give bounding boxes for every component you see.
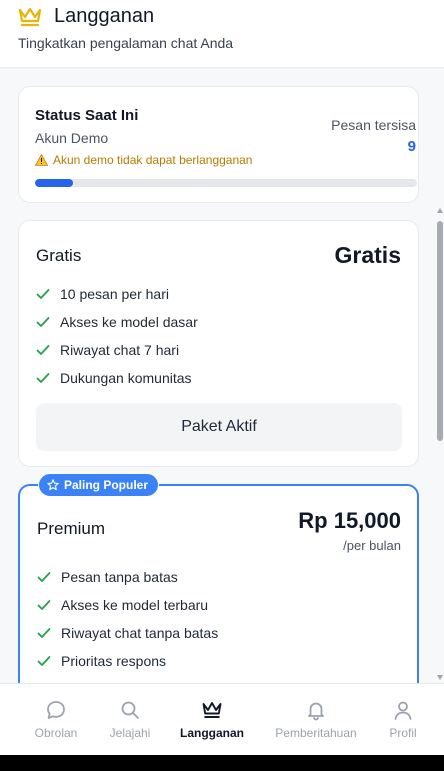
feature-item: Akses ke model dasar bbox=[36, 308, 198, 336]
usage-progress-fill bbox=[35, 179, 74, 187]
feature-text: Riwayat chat 7 hari bbox=[60, 342, 180, 358]
plan-price: Rp 15,000 bbox=[298, 508, 401, 533]
remaining-messages-count: 9 bbox=[407, 138, 416, 155]
page-header: Langganan Tingkatkan pengalaman chat And… bbox=[0, 0, 444, 68]
feature-text: Akses ke model dasar bbox=[60, 314, 198, 330]
nav-item-profil[interactable]: Profil bbox=[380, 684, 426, 756]
page-subtitle: Tingkatkan pengalaman chat Anda bbox=[18, 35, 234, 51]
demo-warning-text: Akun demo tidak dapat berlangganan bbox=[53, 153, 253, 167]
nav-label: Langganan bbox=[179, 726, 244, 740]
crown-icon bbox=[202, 702, 222, 718]
nav-label: Obrolan bbox=[34, 726, 78, 740]
nav-label: Pemberitahuan bbox=[275, 726, 357, 740]
nav-item-pemberitahuan[interactable]: Pemberitahuan bbox=[272, 684, 360, 756]
account-type: Akun Demo bbox=[35, 130, 109, 146]
feature-item: Akses ke model terbaru bbox=[37, 591, 218, 619]
demo-warning: Akun demo tidak dapat berlangganan bbox=[35, 153, 252, 167]
plan-card-premium: Paling Populer Premium Rp 15,000 /per bu… bbox=[18, 473, 419, 683]
nav-label: Profil bbox=[389, 726, 417, 740]
badge-text: Paling Populer bbox=[64, 478, 149, 492]
feature-text: 10 pesan per hari bbox=[60, 286, 169, 302]
plan-card-free: Gratis Gratis 10 pesan per hari Akses ke… bbox=[18, 220, 419, 467]
feature-item: Prioritas respons bbox=[37, 647, 218, 675]
most-popular-badge: Paling Populer bbox=[38, 473, 160, 497]
feature-item: Dukungan komunitas bbox=[36, 364, 198, 392]
feature-list: Pesan tanpa batas Akses ke model terbaru… bbox=[37, 563, 218, 675]
nav-item-langganan[interactable]: Langganan bbox=[176, 684, 248, 756]
feature-text: Prioritas respons bbox=[61, 653, 167, 669]
scrollbar[interactable] bbox=[434, 206, 444, 682]
crown-icon bbox=[18, 7, 42, 27]
feature-item: Riwayat chat tanpa batas bbox=[37, 619, 218, 647]
scroll-up-arrow[interactable] bbox=[437, 208, 443, 213]
main-content: Status Saat Ini Akun Demo Akun demo tida… bbox=[0, 69, 444, 683]
check-icon bbox=[36, 345, 50, 355]
feature-item: Pesan tanpa batas bbox=[37, 563, 218, 591]
usage-progress-bar bbox=[35, 179, 417, 187]
nav-label: Jelajahi bbox=[109, 726, 151, 740]
active-plan-button[interactable]: Paket Aktif bbox=[36, 403, 402, 451]
search-icon bbox=[121, 701, 139, 719]
scroll-down-arrow[interactable] bbox=[437, 675, 443, 680]
scrollbar-thumb[interactable] bbox=[437, 221, 443, 441]
plan-name: Gratis bbox=[36, 246, 82, 265]
check-icon bbox=[37, 656, 51, 666]
remaining-messages-label: Pesan tersisa bbox=[331, 117, 416, 133]
check-icon bbox=[37, 628, 51, 638]
plan-name: Premium bbox=[37, 519, 106, 538]
billing-period: /per bulan bbox=[343, 538, 401, 553]
bottom-navigation: Obrolan Jelajahi Langganan Pemberitahuan… bbox=[0, 683, 444, 755]
current-status-card: Status Saat Ini Akun Demo Akun demo tida… bbox=[18, 86, 419, 203]
status-title: Status Saat Ini bbox=[35, 107, 139, 124]
feature-item: 10 pesan per hari bbox=[36, 280, 198, 308]
plan-price: Gratis bbox=[334, 242, 401, 268]
check-icon bbox=[37, 600, 51, 610]
feature-text: Riwayat chat tanpa batas bbox=[61, 625, 219, 641]
feature-item: Riwayat chat 7 hari bbox=[36, 336, 198, 364]
star-icon bbox=[47, 479, 59, 491]
feature-text: Akses ke model terbaru bbox=[61, 597, 209, 613]
system-bottom-bar bbox=[0, 755, 444, 771]
bell-icon bbox=[308, 702, 324, 721]
check-icon bbox=[36, 373, 50, 383]
warning-icon bbox=[35, 154, 48, 166]
check-icon bbox=[37, 572, 51, 582]
feature-list: 10 pesan per hari Akses ke model dasar R… bbox=[36, 280, 198, 392]
chat-bubble-icon bbox=[47, 701, 65, 719]
nav-item-jelajahi[interactable]: Jelajahi bbox=[100, 684, 160, 756]
user-icon bbox=[394, 701, 412, 720]
check-icon bbox=[36, 289, 50, 299]
nav-item-obrolan[interactable]: Obrolan bbox=[26, 684, 86, 756]
feature-text: Dukungan komunitas bbox=[60, 370, 192, 386]
page-title: Langganan bbox=[54, 5, 155, 27]
check-icon bbox=[36, 317, 50, 327]
feature-text: Pesan tanpa batas bbox=[61, 569, 178, 585]
